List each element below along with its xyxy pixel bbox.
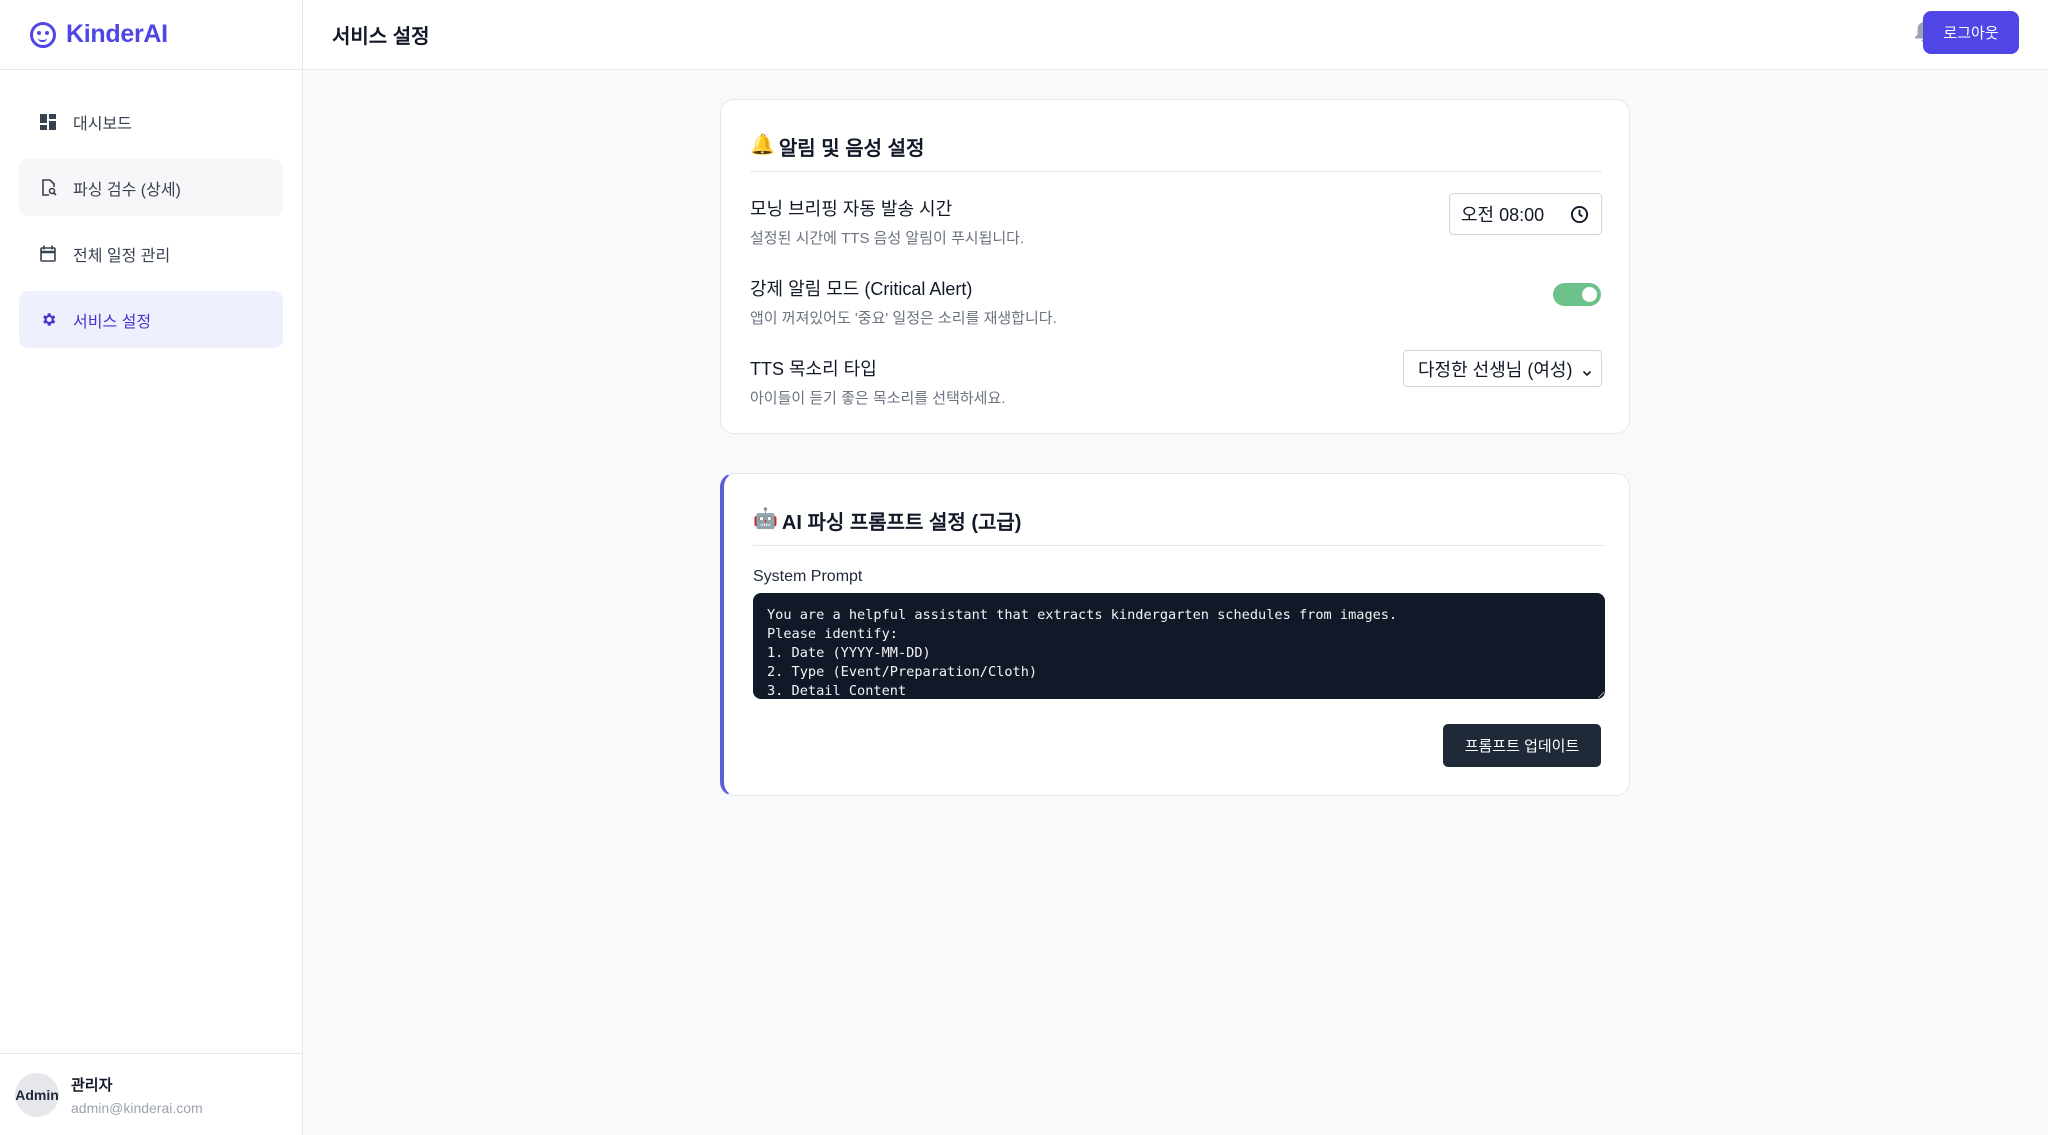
setting-description: 아이들이 듣기 좋은 목소리를 선택하세요.	[750, 390, 1006, 407]
sidebar: KinderAI 대시보드 파싱 검수 (상세) 전체 일정 관리 서비스 설정	[0, 0, 303, 1135]
brand-name: KinderAI	[66, 20, 168, 48]
gear-icon	[39, 311, 57, 329]
document-search-icon	[39, 179, 57, 197]
card-title: 🔔 알림 및 음성 설정	[750, 132, 1602, 172]
morning-briefing-setting: 모닝 브리핑 자동 발송 시간 설정된 시간에 TTS 음성 알림이 푸시됩니다…	[750, 193, 1602, 248]
card-title-text: 알림 및 음성 설정	[778, 138, 925, 160]
chevron-down-icon	[1581, 363, 1593, 384]
ai-prompt-settings-card: 🤖 AI 파싱 프롬프트 설정 (고급) System Prompt You a…	[720, 473, 1630, 796]
setting-description: 앱이 꺼져있어도 '중요' 일정은 소리를 재생합니다.	[750, 310, 1057, 327]
toggle-knob	[1582, 287, 1597, 302]
avatar: Admin	[15, 1072, 59, 1117]
sidebar-item-dashboard[interactable]: 대시보드	[19, 93, 283, 150]
sidebar-item-label: 서비스 설정	[73, 313, 152, 331]
update-prompt-button[interactable]: 프롬프트 업데이트	[1443, 724, 1601, 767]
tts-voice-select[interactable]: 다정한 선생님 (여성)	[1403, 350, 1602, 387]
sidebar-item-label: 전체 일정 관리	[73, 247, 171, 265]
sidebar-nav: 대시보드 파싱 검수 (상세) 전체 일정 관리 서비스 설정	[0, 70, 302, 380]
select-value: 다정한 선생님 (여성)	[1418, 359, 1573, 380]
time-value: 오전 08:00	[1461, 205, 1545, 225]
kid-face-logo-icon	[30, 21, 56, 48]
clock-icon[interactable]	[1570, 205, 1589, 229]
sidebar-item-label: 파싱 검수 (상세)	[73, 181, 181, 199]
user-email: admin@kinderai.com	[71, 1099, 203, 1116]
card-title-text: AI 파싱 프롬프트 설정 (고급)	[781, 512, 1022, 534]
robot-emoji-icon: 🤖	[753, 508, 778, 530]
critical-alert-setting: 강제 알림 모드 (Critical Alert) 앱이 꺼져있어도 '중요' …	[750, 275, 1602, 328]
user-name: 관리자	[71, 1076, 113, 1094]
logout-button[interactable]: 로그아웃	[1923, 11, 2019, 54]
dashboard-icon	[39, 113, 57, 131]
tts-voice-setting: TTS 목소리 타입 아이들이 듣기 좋은 목소리를 선택하세요. 다정한 선생…	[750, 350, 1602, 408]
sidebar-item-schedule[interactable]: 전체 일정 관리	[19, 225, 283, 282]
sidebar-item-parsing-review[interactable]: 파싱 검수 (상세)	[19, 159, 283, 216]
sidebar-item-settings[interactable]: 서비스 설정	[19, 291, 283, 348]
card-title: 🤖 AI 파싱 프롬프트 설정 (고급)	[753, 506, 1605, 546]
user-profile[interactable]: Admin 관리자 admin@kinderai.com	[0, 1053, 302, 1135]
calendar-icon	[39, 245, 57, 263]
critical-alert-toggle[interactable]	[1553, 283, 1601, 306]
top-header: 서비스 설정 로그아웃	[303, 0, 2048, 70]
time-input[interactable]: 오전 08:00	[1449, 193, 1602, 235]
setting-label: 강제 알림 모드 (Critical Alert)	[750, 279, 973, 299]
system-prompt-label: System Prompt	[753, 568, 863, 585]
system-prompt-textarea[interactable]: You are a helpful assistant that extract…	[753, 593, 1605, 699]
page-title: 서비스 설정	[332, 26, 430, 48]
sidebar-item-label: 대시보드	[73, 115, 132, 133]
brand[interactable]: KinderAI	[0, 0, 302, 70]
bell-emoji-icon: 🔔	[750, 134, 775, 156]
notification-settings-card: 🔔 알림 및 음성 설정 모닝 브리핑 자동 발송 시간 설정된 시간에 TTS…	[720, 99, 1630, 434]
